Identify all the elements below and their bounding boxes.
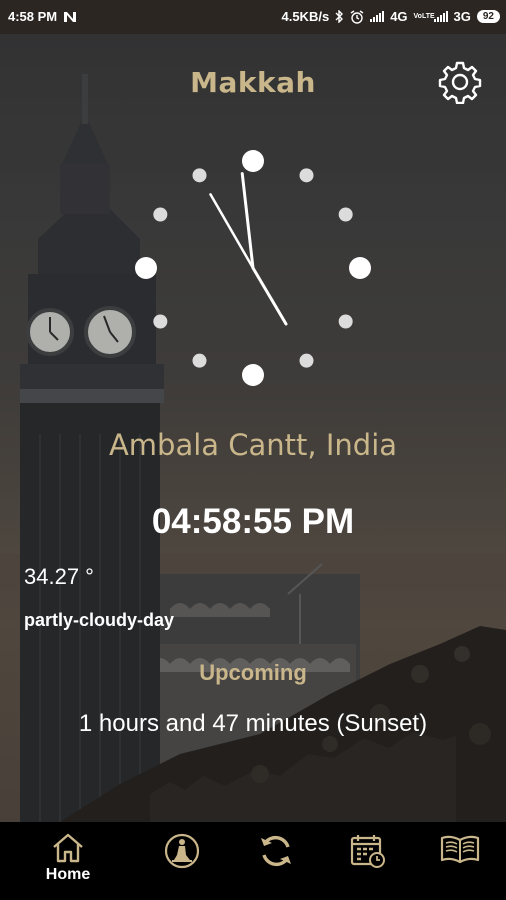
clock-hour-marker: [153, 314, 168, 329]
weather-condition: partly-cloudy-day: [24, 610, 175, 630]
bottom-navigation: Home: [0, 822, 506, 900]
nav-home[interactable]: Home: [40, 832, 96, 896]
refresh-icon: [261, 835, 291, 867]
signal-2-icon: [433, 11, 448, 22]
volte-badge: VoLTE: [413, 13, 435, 20]
clock-hour-hand: [251, 266, 288, 326]
temperature: 34.27 °: [24, 564, 94, 589]
city-title: Makkah: [190, 66, 316, 99]
mobile-data-1: 4G: [390, 9, 408, 24]
calendar-icon: [350, 835, 385, 868]
location-name: Ambala Cantt, India: [108, 428, 398, 462]
status-time: 4:58 PM: [8, 9, 58, 24]
clock-hour-marker: [299, 353, 314, 368]
clock-hour-marker: [349, 257, 371, 279]
prayer-icon: [164, 833, 200, 869]
settings-button[interactable]: [438, 60, 482, 105]
home-icon: [53, 833, 83, 863]
network-speed: 4.5KB/s: [281, 9, 330, 24]
clock-hour-marker: [153, 207, 168, 222]
current-time: 04:58:55 PM: [151, 502, 355, 541]
nav-prayer[interactable]: [154, 832, 210, 896]
upcoming-countdown: 1 hours and 47 minutes (Sunset): [78, 710, 428, 737]
quran-book-icon: [440, 835, 480, 864]
clock-hour-marker: [192, 168, 207, 183]
nav-home-label: Home: [45, 866, 91, 883]
nav-calendar[interactable]: [340, 832, 396, 896]
analog-clock: [135, 150, 371, 386]
notification-n-icon: [64, 11, 77, 22]
clock-hour-marker: [192, 353, 207, 368]
clock-hour-marker: [242, 364, 264, 386]
clock-hour-marker: [338, 314, 353, 329]
clock-hour-marker: [135, 257, 157, 279]
gear-icon: [438, 61, 482, 105]
upcoming-label: Upcoming: [199, 660, 307, 685]
mobile-data-2: 3G: [453, 9, 471, 24]
clock-hour-marker: [338, 207, 353, 222]
alarm-icon: [350, 9, 364, 24]
clock-hour-marker: [242, 150, 264, 172]
nav-quran[interactable]: [432, 832, 488, 896]
signal-1-icon: [370, 11, 385, 22]
bluetooth-icon: [335, 10, 344, 23]
status-bar: 4:58 PM 4.5KB/s 4G VoLTE 3G 92: [0, 0, 506, 34]
battery-icon: 92: [476, 10, 500, 23]
clock-hour-marker: [299, 168, 314, 183]
nav-refresh[interactable]: [248, 832, 304, 896]
